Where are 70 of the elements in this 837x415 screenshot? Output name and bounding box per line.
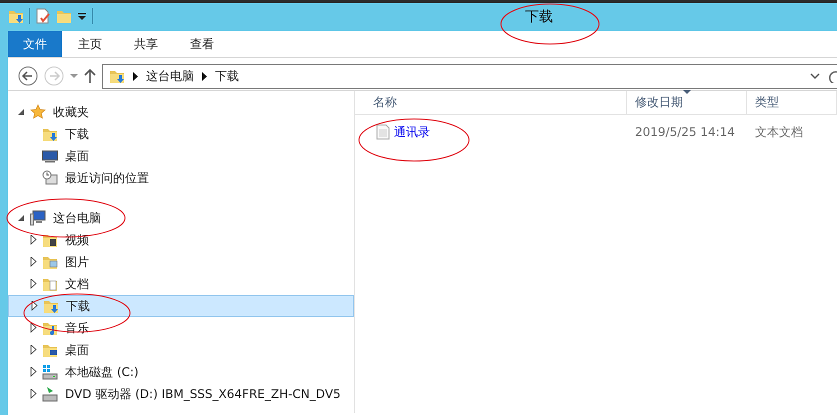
desktop-folder-icon [42,342,58,358]
download-folder-icon [109,68,125,84]
tree-label: 本地磁盘 (C:) [65,364,139,381]
table-cell-text: 2019/5/25 14:14 [634,124,736,141]
breadcrumb-item[interactable]: 下载 [215,67,239,85]
collapsed-arrow-icon[interactable] [30,301,38,311]
properties-icon[interactable] [35,8,51,24]
tree-item[interactable]: 图片 [8,251,354,273]
tree-label: 收藏夹 [53,104,89,121]
file-menu-tab[interactable]: 文件 [8,31,62,57]
breadcrumb-arrow-icon[interactable] [133,72,138,80]
tree-label: 图片 [65,254,89,271]
tree-label: 下载 [65,126,89,143]
collapsed-arrow-icon[interactable] [30,367,36,377]
tree-item[interactable]: 下载 [8,123,354,145]
ribbon-tab[interactable]: 查看 [174,31,230,57]
tree-item[interactable]: 文档 [8,273,354,295]
collapsed-arrow-icon[interactable] [30,389,36,399]
music-folder-icon [42,320,58,336]
text-file-icon [375,124,391,140]
column-header[interactable]: 类型 [747,91,837,114]
dropdown-chevron-icon[interactable] [810,72,820,80]
column-header[interactable]: 名称 [355,91,627,114]
tree-item[interactable]: 这台电脑 [8,207,354,229]
tree-item[interactable]: 下载 [8,295,354,317]
ribbon-tab[interactable]: 主页 [62,31,118,57]
address-field[interactable]: 这台电脑 下载 [102,64,837,88]
table-cell-text: 文本文档 [754,124,803,141]
breadcrumb-arrow-icon[interactable] [202,72,207,80]
picture-folder-icon [42,254,58,270]
collapsed-arrow-icon[interactable] [30,345,36,355]
collapsed-arrow-icon[interactable] [30,257,36,267]
collapsed-arrow-icon[interactable] [30,235,36,245]
customize-caret-icon[interactable] [77,11,87,21]
tree-label: 桌面 [65,342,89,359]
download-folder-icon[interactable] [8,8,24,24]
video-folder-icon [42,232,58,248]
collapsed-arrow-icon[interactable] [30,279,36,289]
tree-item[interactable]: 本地磁盘 (C:) [8,361,354,383]
tree-item[interactable]: 桌面 [8,145,354,167]
ribbon-tab[interactable]: 共享 [118,31,174,57]
download-folder-icon [43,298,59,314]
tree-item[interactable]: 最近访问的位置 [8,167,354,189]
window-title: 下载 [525,8,553,27]
document-folder-icon [42,276,58,292]
tree-item[interactable]: DVD 驱动器 (D:) IBM_SSS_X64FRE_ZH-CN_DV5 [8,383,354,405]
expanded-arrow-icon[interactable] [17,108,25,116]
recent-places-icon [42,170,58,186]
tree-item[interactable]: 桌面 [8,339,354,361]
expanded-arrow-icon[interactable] [17,214,25,222]
computer-icon [30,210,46,226]
dvd-drive-icon [42,386,58,402]
file-name[interactable]: 通讯录 [394,123,430,141]
desktop-icon [42,148,58,164]
back-icon[interactable] [18,66,38,86]
tree-item[interactable]: 收藏夹 [8,101,354,123]
column-header[interactable]: 修改日期 [627,91,747,114]
tree-label: 桌面 [65,148,89,165]
tree-label: 文档 [65,276,89,293]
collapsed-arrow-icon[interactable] [30,323,36,333]
tree-label: 最近访问的位置 [65,170,149,187]
tree-label: DVD 驱动器 (D:) IBM_SSS_X64FRE_ZH-CN_DV5 [65,386,341,403]
star-icon [30,104,46,120]
tree-label: 这台电脑 [53,210,101,227]
recent-caret-icon[interactable] [70,74,78,78]
breadcrumb-item[interactable]: 这台电脑 [146,67,194,85]
drive-icon [42,364,58,380]
download-folder-icon [42,126,58,142]
tree-label: 下载 [66,298,90,315]
up-arrow-icon[interactable] [84,68,96,84]
